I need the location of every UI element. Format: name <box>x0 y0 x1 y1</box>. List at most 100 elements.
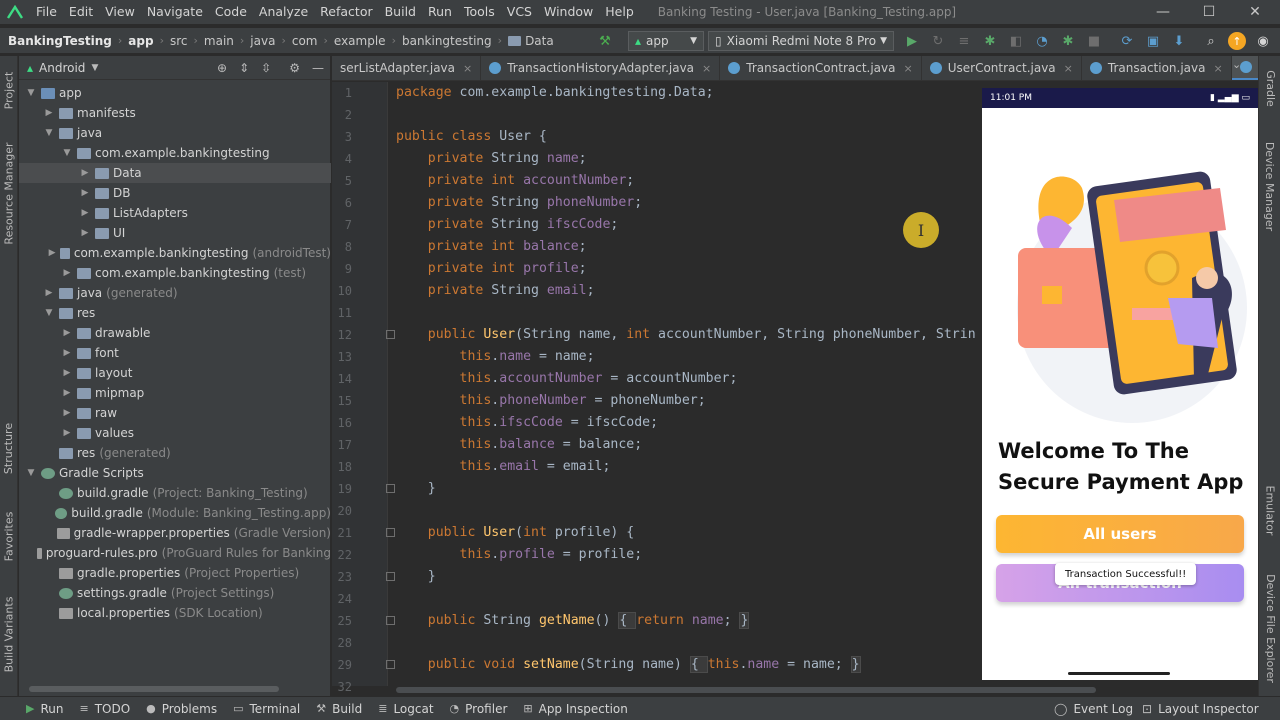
build-tool[interactable]: ⚒ Build <box>316 702 362 716</box>
tree-item[interactable]: ▶ UI <box>19 223 331 243</box>
debug-icon[interactable]: ✱ <box>981 32 999 50</box>
editor-tab[interactable]: TransactionHistoryAdapter.java × <box>481 56 721 80</box>
gradle-tab[interactable]: Gradle <box>1259 66 1280 110</box>
collapse-all-icon[interactable]: ⇳ <box>261 61 271 75</box>
build-variants-tab[interactable]: Build Variants <box>0 596 18 672</box>
chevron-right-icon[interactable]: ▶ <box>79 208 91 218</box>
menu-item-vcs[interactable]: VCS <box>501 0 538 24</box>
apply-changes-icon[interactable]: ↻ <box>929 32 947 50</box>
device-manager-tab[interactable]: Device Manager <box>1259 136 1280 236</box>
chevron-down-icon[interactable]: ▼ <box>43 308 55 318</box>
structure-tab[interactable]: Structure <box>0 418 18 478</box>
terminal-tool[interactable]: ▭ Terminal <box>233 702 300 716</box>
tree-item[interactable]: ▶ drawable <box>19 323 331 343</box>
apply-code-changes-icon[interactable]: ≡ <box>955 32 973 50</box>
chevron-down-icon[interactable]: ▼ <box>61 148 73 158</box>
menu-item-code[interactable]: Code <box>209 0 253 24</box>
menu-item-file[interactable]: File <box>30 0 63 24</box>
chevron-right-icon[interactable]: ▶ <box>48 248 56 258</box>
close-tab-icon[interactable]: × <box>463 62 472 75</box>
sdk-manager-icon[interactable]: ⬇ <box>1170 32 1188 50</box>
device-file-explorer-tab[interactable]: Device File Explorer <box>1259 566 1280 690</box>
chevron-right-icon[interactable]: ▶ <box>43 108 55 118</box>
breadcrumb-item[interactable]: main <box>204 34 234 48</box>
profile-icon[interactable]: ◔ <box>1033 32 1051 50</box>
close-tab-icon[interactable]: × <box>1064 62 1073 75</box>
editor-horizontal-scrollbar[interactable] <box>396 687 1096 693</box>
chevron-down-icon[interactable]: ▼ <box>43 128 55 138</box>
project-view-select[interactable]: Android <box>39 61 85 75</box>
minimize-icon[interactable]: — <box>1140 0 1186 24</box>
tree-item[interactable]: ▶ java (generated) <box>19 283 331 303</box>
editor-tab[interactable]: Transaction.java × <box>1082 56 1232 80</box>
tree-item[interactable]: ▶ values <box>19 423 331 443</box>
device-select[interactable]: ▯ Xiaomi Redmi Note 8 Pro ▼ <box>708 31 894 51</box>
chevron-right-icon[interactable]: ▶ <box>43 288 55 298</box>
menu-item-run[interactable]: Run <box>422 0 458 24</box>
breadcrumb-item[interactable]: Data <box>525 34 554 48</box>
run-tool[interactable]: ▶ Run <box>26 702 63 716</box>
project-tool-tab[interactable]: Project <box>0 62 18 118</box>
search-icon[interactable]: ⌕ <box>1202 32 1220 50</box>
chevron-right-icon[interactable]: ▶ <box>61 328 73 338</box>
tree-item[interactable]: settings.gradle (Project Settings) <box>19 583 331 603</box>
breadcrumb-item[interactable]: java <box>250 34 275 48</box>
chevron-down-icon[interactable]: ▼ <box>25 88 37 98</box>
problems-tool[interactable]: ● Problems <box>146 702 217 716</box>
layout-inspector-tool[interactable]: ⊡ Layout Inspector <box>1142 697 1259 720</box>
menu-item-view[interactable]: View <box>99 0 141 24</box>
chevron-right-icon[interactable]: ▶ <box>79 168 91 178</box>
code-editor[interactable]: package com.example.bankingtesting.Data;… <box>390 82 982 686</box>
device-manager-icon[interactable]: ▣ <box>1144 32 1162 50</box>
hammer-icon[interactable]: ⚒ <box>596 32 614 50</box>
emulator-tab[interactable]: Emulator <box>1259 480 1280 540</box>
expand-all-icon[interactable]: ⇕ <box>239 61 249 75</box>
tree-item[interactable]: ▶ DB <box>19 183 331 203</box>
breadcrumb-item[interactable]: BankingTesting <box>8 34 112 48</box>
coverage-icon[interactable]: ◧ <box>1007 32 1025 50</box>
breadcrumb-item[interactable]: app <box>128 34 153 48</box>
favorites-tab[interactable]: Favorites <box>0 506 18 566</box>
update-icon[interactable]: ↑ <box>1228 32 1246 50</box>
tree-item[interactable]: ▼ java <box>19 123 331 143</box>
hide-icon[interactable]: — <box>312 61 324 75</box>
tree-item[interactable]: build.gradle (Project: Banking_Testing) <box>19 483 331 503</box>
menu-item-tools[interactable]: Tools <box>458 0 501 24</box>
tree-item[interactable]: local.properties (SDK Location) <box>19 603 331 623</box>
chevron-right-icon[interactable]: ▶ <box>61 348 73 358</box>
menu-item-navigate[interactable]: Navigate <box>141 0 209 24</box>
tree-item[interactable]: ▶ layout <box>19 363 331 383</box>
tree-item[interactable]: ▶ com.example.bankingtesting (test) <box>19 263 331 283</box>
emulator-screen[interactable]: 11:01 PM ▮ ▂▄▆ ▭ Welcome To The Secure P… <box>982 88 1258 680</box>
breadcrumb-item[interactable]: bankingtesting <box>402 34 492 48</box>
app-inspection-tool[interactable]: ⊞ App Inspection <box>523 702 627 716</box>
menu-item-build[interactable]: Build <box>379 0 422 24</box>
attach-debugger-icon[interactable]: ✱ <box>1059 32 1077 50</box>
breadcrumb-item[interactable]: com <box>292 34 318 48</box>
close-icon[interactable]: ✕ <box>1232 0 1278 24</box>
tree-item[interactable]: ▼ res <box>19 303 331 323</box>
tree-item[interactable]: build.gradle (Module: Banking_Testing.app… <box>19 503 331 523</box>
tree-item[interactable]: res (generated) <box>19 443 331 463</box>
menu-item-edit[interactable]: Edit <box>63 0 99 24</box>
chevron-right-icon[interactable]: ▶ <box>61 368 73 378</box>
chevron-right-icon[interactable]: ▶ <box>79 228 91 238</box>
menu-item-analyze[interactable]: Analyze <box>253 0 314 24</box>
editor-tab[interactable]: UserContract.java × <box>922 56 1082 80</box>
tree-item[interactable]: ▶ mipmap <box>19 383 331 403</box>
menu-item-refactor[interactable]: Refactor <box>314 0 378 24</box>
tree-item[interactable]: ▶ manifests <box>19 103 331 123</box>
tree-item[interactable]: ▶ font <box>19 343 331 363</box>
tree-item[interactable]: gradle.properties (Project Properties) <box>19 563 331 583</box>
breadcrumb-item[interactable]: example <box>334 34 386 48</box>
editor-tab[interactable]: serListAdapter.java × <box>332 56 482 80</box>
chevron-down-icon[interactable]: ▼ <box>91 63 98 73</box>
tab-list-chevron-icon[interactable]: ⌄ <box>1232 58 1241 71</box>
run-icon[interactable]: ▶ <box>903 32 921 50</box>
tree-item[interactable]: gradle-wrapper.properties (Gradle Version… <box>19 523 331 543</box>
run-config-select[interactable]: ▴ app ▼ <box>628 31 704 51</box>
chevron-right-icon[interactable]: ▶ <box>61 268 73 278</box>
tree-item[interactable]: ▼ Gradle Scripts <box>19 463 331 483</box>
tree-item[interactable]: ▼ app <box>19 83 331 103</box>
locate-icon[interactable]: ⊕ <box>217 61 227 75</box>
